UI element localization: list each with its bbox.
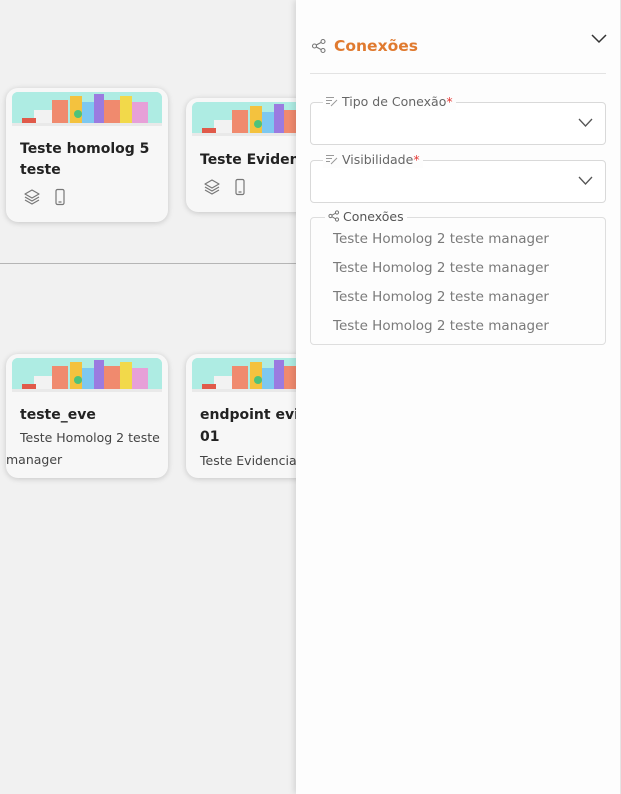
connections-list: Conexões Teste Homolog 2 teste manager T…	[310, 209, 606, 345]
card-thumbnail	[192, 358, 296, 392]
visibility-label-text: Visibilidade	[342, 152, 414, 167]
card-title: endpoint evic	[200, 407, 296, 423]
card-teste-eve[interactable]: teste_eve Teste Homolog 2 teste manager	[6, 354, 168, 478]
layers-icon[interactable]	[203, 178, 221, 196]
connections-panel: Conexões Tipo de Conexão* Visibilidade* …	[296, 0, 621, 794]
connection-type-label: Tipo de Conexão*	[323, 94, 456, 110]
section-divider	[0, 263, 296, 264]
list-item[interactable]: Teste Homolog 2 teste manager	[333, 287, 549, 307]
connection-type-label-text: Tipo de Conexão	[342, 94, 447, 109]
card-thumbnail	[12, 358, 162, 392]
card-subtitle: Teste Evidencia	[200, 453, 296, 468]
panel-title: Conexões	[334, 37, 418, 55]
card-endpoint-evidencia[interactable]: endpoint evic 01 Teste Evidencia	[186, 354, 296, 478]
card-title-line2: 01	[200, 429, 220, 445]
edit-list-icon	[326, 97, 338, 107]
connections-list-label: Conexões	[325, 209, 407, 225]
card-title-line2: teste	[20, 162, 61, 178]
card-teste-homolog-5[interactable]: Teste homolog 5 teste	[6, 88, 168, 222]
chevron-down-icon[interactable]	[578, 117, 593, 128]
card-thumbnail	[192, 102, 296, 136]
card-subtitle: Teste Homolog 2 teste	[20, 430, 160, 445]
mobile-device-icon[interactable]	[51, 188, 69, 206]
card-subtitle-line2: manager	[6, 452, 63, 467]
chevron-down-icon[interactable]	[590, 31, 608, 45]
chevron-down-icon[interactable]	[578, 175, 593, 186]
panel-header-divider	[310, 73, 606, 74]
edit-list-icon	[326, 155, 338, 165]
card-thumbnail	[12, 92, 162, 126]
connections-list-label-text: Conexões	[343, 209, 404, 224]
required-marker: *	[413, 152, 420, 167]
share-icon	[328, 210, 340, 222]
card-teste-evidencia[interactable]: Teste Evidenc	[186, 98, 296, 212]
visibility-label: Visibilidade*	[323, 152, 423, 168]
layers-icon[interactable]	[23, 188, 41, 206]
card-title: teste_eve	[20, 407, 96, 423]
share-icon	[311, 38, 326, 54]
mobile-device-icon[interactable]	[231, 178, 249, 196]
connection-type-select[interactable]: Tipo de Conexão*	[310, 94, 606, 145]
flow-canvas[interactable]: Teste homolog 5 teste Teste Evidenc test…	[0, 0, 296, 794]
visibility-select[interactable]: Visibilidade*	[310, 152, 606, 203]
list-item[interactable]: Teste Homolog 2 teste manager	[333, 258, 549, 278]
list-item[interactable]: Teste Homolog 2 teste manager	[333, 316, 549, 336]
required-marker: *	[446, 94, 453, 109]
list-item[interactable]: Teste Homolog 2 teste manager	[333, 229, 549, 249]
card-title: Teste homolog 5	[20, 141, 150, 157]
card-title: Teste Evidenc	[200, 152, 296, 168]
